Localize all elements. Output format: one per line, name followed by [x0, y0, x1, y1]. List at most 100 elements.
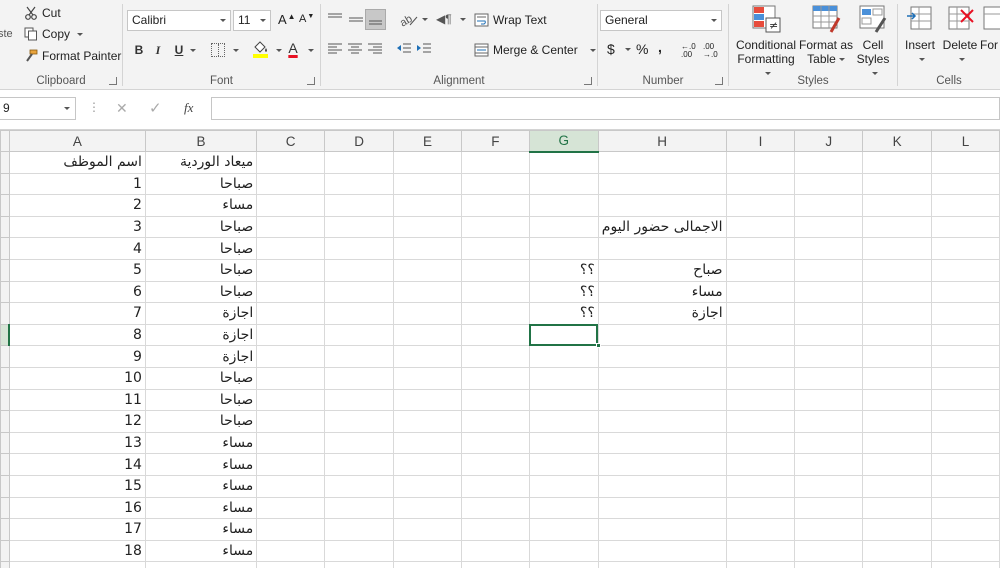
cell-C16[interactable] — [256, 474, 326, 498]
dialog-launcher-icon[interactable] — [584, 77, 592, 85]
cell-F1[interactable] — [460, 151, 530, 174]
cell-E10[interactable] — [393, 345, 462, 368]
cell-D18[interactable] — [324, 518, 395, 541]
cell-H10[interactable] — [597, 345, 727, 368]
column-header-A[interactable]: A — [8, 130, 146, 152]
cell-J2[interactable] — [794, 172, 864, 196]
chevron-down-icon[interactable] — [918, 58, 925, 62]
cell-K12[interactable] — [862, 388, 933, 412]
row-header[interactable] — [0, 237, 10, 260]
cell-H8[interactable]: اجازة — [597, 302, 727, 325]
cell-K9[interactable] — [862, 323, 933, 347]
cell-E15[interactable] — [393, 453, 462, 476]
name-box[interactable]: 9 — [0, 97, 76, 120]
delete-cells-button[interactable]: Delete — [940, 4, 980, 66]
formula-input[interactable] — [211, 97, 1000, 120]
cell-F13[interactable] — [460, 410, 530, 433]
cell-I14[interactable] — [725, 431, 796, 455]
row-header[interactable] — [0, 345, 10, 368]
cell-F16[interactable] — [460, 474, 530, 498]
cell-C12[interactable] — [256, 388, 326, 412]
cell-G10[interactable] — [528, 345, 599, 368]
cell-C19[interactable] — [256, 539, 326, 563]
cell-J15[interactable] — [794, 453, 864, 476]
cell-J16[interactable] — [794, 474, 864, 498]
increase-indent-button[interactable] — [416, 42, 432, 56]
cell-K6[interactable] — [862, 258, 933, 282]
row-header[interactable] — [0, 151, 10, 174]
cell-L3[interactable] — [931, 194, 1000, 217]
cell-E7[interactable] — [393, 280, 462, 304]
column-header-G[interactable]: G — [528, 130, 599, 153]
cell-K18[interactable] — [862, 518, 933, 541]
dialog-launcher-icon[interactable] — [307, 77, 315, 85]
cell-H7[interactable]: مساء — [597, 280, 727, 304]
cell-J14[interactable] — [794, 431, 864, 455]
cell-J3[interactable] — [794, 194, 864, 217]
cell-I9[interactable] — [725, 323, 796, 347]
cell-I15[interactable] — [725, 453, 796, 476]
cell-D12[interactable] — [324, 388, 395, 412]
cell-K20[interactable] — [862, 561, 933, 568]
format-as-table-button[interactable]: Format as Table — [799, 4, 853, 66]
italic-button[interactable]: I — [151, 43, 165, 58]
cell-A16[interactable]: 15 — [8, 474, 146, 498]
cell-D6[interactable] — [324, 258, 395, 282]
row-header[interactable] — [0, 561, 10, 568]
cell-I10[interactable] — [725, 345, 796, 368]
increase-font-size-button[interactable]: A ▲ — [278, 12, 296, 27]
fill-handle[interactable] — [595, 343, 601, 349]
cell-K1[interactable] — [862, 151, 933, 174]
cell-D20[interactable] — [324, 561, 395, 568]
cell-C18[interactable] — [256, 518, 326, 541]
chevron-down-icon[interactable] — [624, 47, 631, 51]
cell-I2[interactable] — [725, 172, 796, 196]
cell-I17[interactable] — [725, 496, 796, 520]
cell-E16[interactable] — [393, 474, 462, 498]
cell-H18[interactable] — [597, 518, 727, 541]
row-header[interactable] — [0, 366, 10, 390]
cell-K7[interactable] — [862, 280, 933, 304]
cell-F10[interactable] — [460, 345, 530, 368]
cell-I11[interactable] — [725, 366, 796, 390]
cell-A12[interactable]: 11 — [8, 388, 146, 412]
align-center-button[interactable] — [347, 42, 363, 56]
cell-E4[interactable] — [393, 215, 462, 239]
cut-button[interactable]: Cut — [24, 6, 61, 20]
cell-G19[interactable] — [528, 539, 599, 563]
cell-A4[interactable]: 3 — [8, 215, 146, 239]
column-header-L[interactable]: L — [931, 130, 1000, 152]
align-middle-button[interactable] — [348, 12, 364, 26]
cell-A9[interactable]: 8 — [8, 323, 146, 347]
insert-cells-button[interactable]: Insert — [900, 4, 940, 66]
cell-A18[interactable]: 17 — [8, 518, 146, 541]
dialog-launcher-icon[interactable] — [109, 77, 117, 85]
decrease-decimal-button[interactable]: .00 →.0 — [703, 43, 721, 59]
cell-C17[interactable] — [256, 496, 326, 520]
cell-B18[interactable]: مساء — [144, 518, 258, 541]
chevron-down-icon[interactable] — [422, 18, 428, 21]
chevron-down-icon[interactable] — [190, 49, 196, 52]
cell-I16[interactable] — [725, 474, 796, 498]
cell-L16[interactable] — [931, 474, 1000, 498]
font-size-combo[interactable]: 11 — [233, 10, 271, 31]
cell-E19[interactable] — [393, 539, 462, 563]
cell-L20[interactable] — [931, 561, 1000, 568]
cell-L13[interactable] — [931, 410, 1000, 433]
row-header[interactable] — [0, 172, 10, 196]
cell-E12[interactable] — [393, 388, 462, 412]
cell-B12[interactable]: صباحا — [144, 388, 258, 412]
cell-C10[interactable] — [256, 345, 326, 368]
cell-D3[interactable] — [324, 194, 395, 217]
cell-L15[interactable] — [931, 453, 1000, 476]
cell-D19[interactable] — [324, 539, 395, 563]
cell-J9[interactable] — [794, 323, 864, 347]
cell-B9[interactable]: اجازة — [144, 323, 258, 347]
cell-B14[interactable]: مساء — [144, 431, 258, 455]
chevron-down-icon[interactable] — [233, 49, 239, 52]
cell-K2[interactable] — [862, 172, 933, 196]
row-header[interactable] — [0, 323, 11, 347]
cell-I12[interactable] — [725, 388, 796, 412]
cell-D1[interactable] — [324, 151, 395, 174]
cell-J5[interactable] — [794, 237, 864, 260]
